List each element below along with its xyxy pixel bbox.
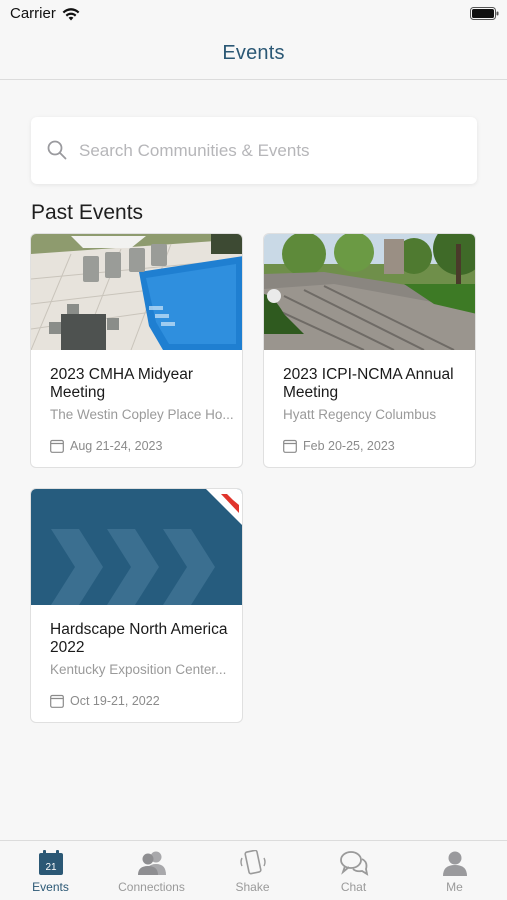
event-title: 2023 ICPI-NCMA Annual Meeting — [283, 366, 454, 401]
chat-icon — [339, 851, 368, 876]
battery-icon — [470, 7, 499, 20]
person-icon — [442, 851, 467, 876]
event-venue: Kentucky Exposition Center... — [50, 662, 227, 677]
event-card[interactable]: 2023 ICPI-NCMA Annual Meeting Hyatt Rege… — [263, 233, 476, 468]
search-icon — [47, 140, 67, 160]
event-venue: Hyatt Regency Columbus — [283, 407, 437, 422]
event-card[interactable]: 2023 CMHA Midyear Meeting The Westin Cop… — [30, 233, 243, 468]
event-date: Aug 21-24, 2023 — [70, 439, 163, 453]
event-date: Oct 19-21, 2022 — [70, 694, 160, 708]
calendar-icon — [50, 439, 64, 453]
event-title: 2023 CMHA Midyear Meeting — [50, 366, 194, 401]
carrier-label: Carrier — [10, 5, 56, 22]
event-date-row: Oct 19-21, 2022 — [50, 694, 160, 708]
hardscape-logo-icon — [31, 489, 242, 605]
tab-events[interactable]: 21 Events — [0, 841, 101, 900]
search-bar[interactable] — [31, 117, 477, 184]
calendar-icon: 21 — [38, 850, 63, 875]
calendar-badge: 21 — [45, 862, 57, 873]
wifi-icon — [62, 7, 80, 20]
page-title: Events — [222, 42, 285, 64]
tab-label: Me — [446, 880, 463, 894]
event-date: Feb 20-25, 2023 — [303, 439, 395, 453]
phone-shake-icon — [239, 850, 266, 875]
navigation-bar: Events — [0, 28, 507, 80]
tab-connections[interactable]: Connections — [101, 841, 202, 900]
park-icon — [264, 234, 475, 350]
calendar-icon — [50, 694, 64, 708]
tab-chat[interactable]: Chat — [303, 841, 404, 900]
status-bar: Carrier — [0, 0, 507, 28]
event-venue: The Westin Copley Place Ho... — [50, 407, 234, 422]
event-date-row: Aug 21-24, 2023 — [50, 439, 162, 453]
tab-label: Shake — [235, 880, 270, 894]
tab-me[interactable]: Me — [404, 841, 505, 900]
tab-label: Connections — [118, 880, 185, 894]
event-card[interactable]: Hardscape North America 2022 Kentucky Ex… — [30, 488, 243, 723]
tab-label: Chat — [340, 880, 367, 894]
event-date-row: Feb 20-25, 2023 — [283, 439, 395, 453]
carrier: Carrier — [10, 5, 80, 22]
calendar-icon — [283, 439, 297, 453]
tab-label: Events — [32, 880, 69, 894]
pool-icon — [31, 234, 242, 350]
section-title-past-events: Past Events — [31, 201, 144, 224]
tab-bar: 21 Events Connections Shake Chat Me — [0, 840, 507, 900]
search-input[interactable] — [79, 133, 459, 169]
people-icon — [137, 851, 166, 875]
tab-shake[interactable]: Shake — [202, 841, 303, 900]
event-title: Hardscape North America 2022 — [50, 621, 228, 656]
